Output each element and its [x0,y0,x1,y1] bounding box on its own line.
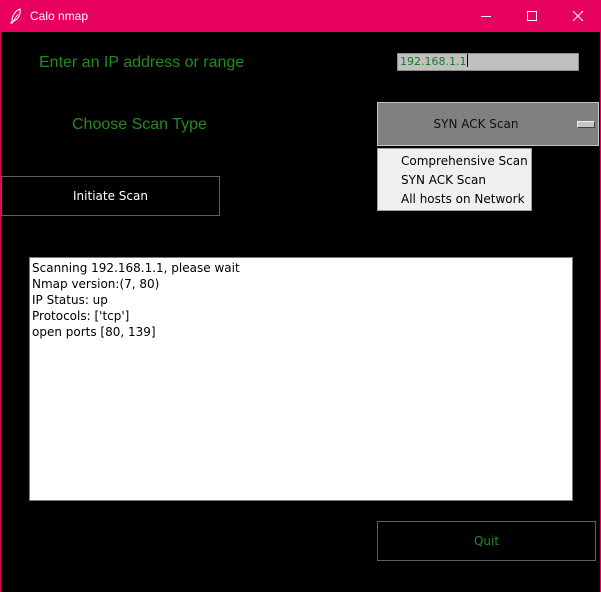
window-border-left [0,32,1,592]
close-icon [572,10,584,22]
minimize-icon [481,16,491,17]
ip-label: Enter an IP address or range [39,54,245,71]
title-bar: Calo nmap [0,0,601,32]
minimize-button[interactable] [463,0,509,32]
output-line: Scanning 192.168.1.1, please wait [32,261,240,275]
dropdown-item-syn-ack-scan[interactable]: SYN ACK Scan [378,171,531,190]
text-caret [467,54,469,67]
output-line: IP Status: up [32,293,108,307]
scan-type-select[interactable]: SYN ACK Scan [377,102,599,146]
feather-icon [9,8,23,24]
scan-type-dropdown: Comprehensive Scan SYN ACK Scan All host… [377,148,532,211]
maximize-button[interactable] [509,0,555,32]
output-line: Nmap version:(7, 80) [32,277,160,291]
ip-input[interactable]: 192.168.1.1 [397,53,579,71]
ip-input-value: 192.168.1.1 [400,55,467,68]
initiate-scan-button[interactable]: Initiate Scan [1,176,220,216]
scan-output-textarea[interactable]: Scanning 192.168.1.1, please wait Nmap v… [29,257,573,501]
dropdown-item-comprehensive-scan[interactable]: Comprehensive Scan [378,152,531,171]
close-button[interactable] [555,0,601,32]
option-menu-indicator-icon [577,121,595,128]
maximize-icon [527,11,537,21]
output-line: open ports [80, 139] [32,325,156,339]
window-title: Calo nmap [30,9,89,23]
scan-type-label: Choose Scan Type [72,116,207,133]
quit-button[interactable]: Quit [377,521,596,561]
dropdown-item-all-hosts[interactable]: All hosts on Network [378,190,531,209]
output-line: Protocols: ['tcp'] [32,309,130,323]
scan-type-selected: SYN ACK Scan [433,117,519,131]
